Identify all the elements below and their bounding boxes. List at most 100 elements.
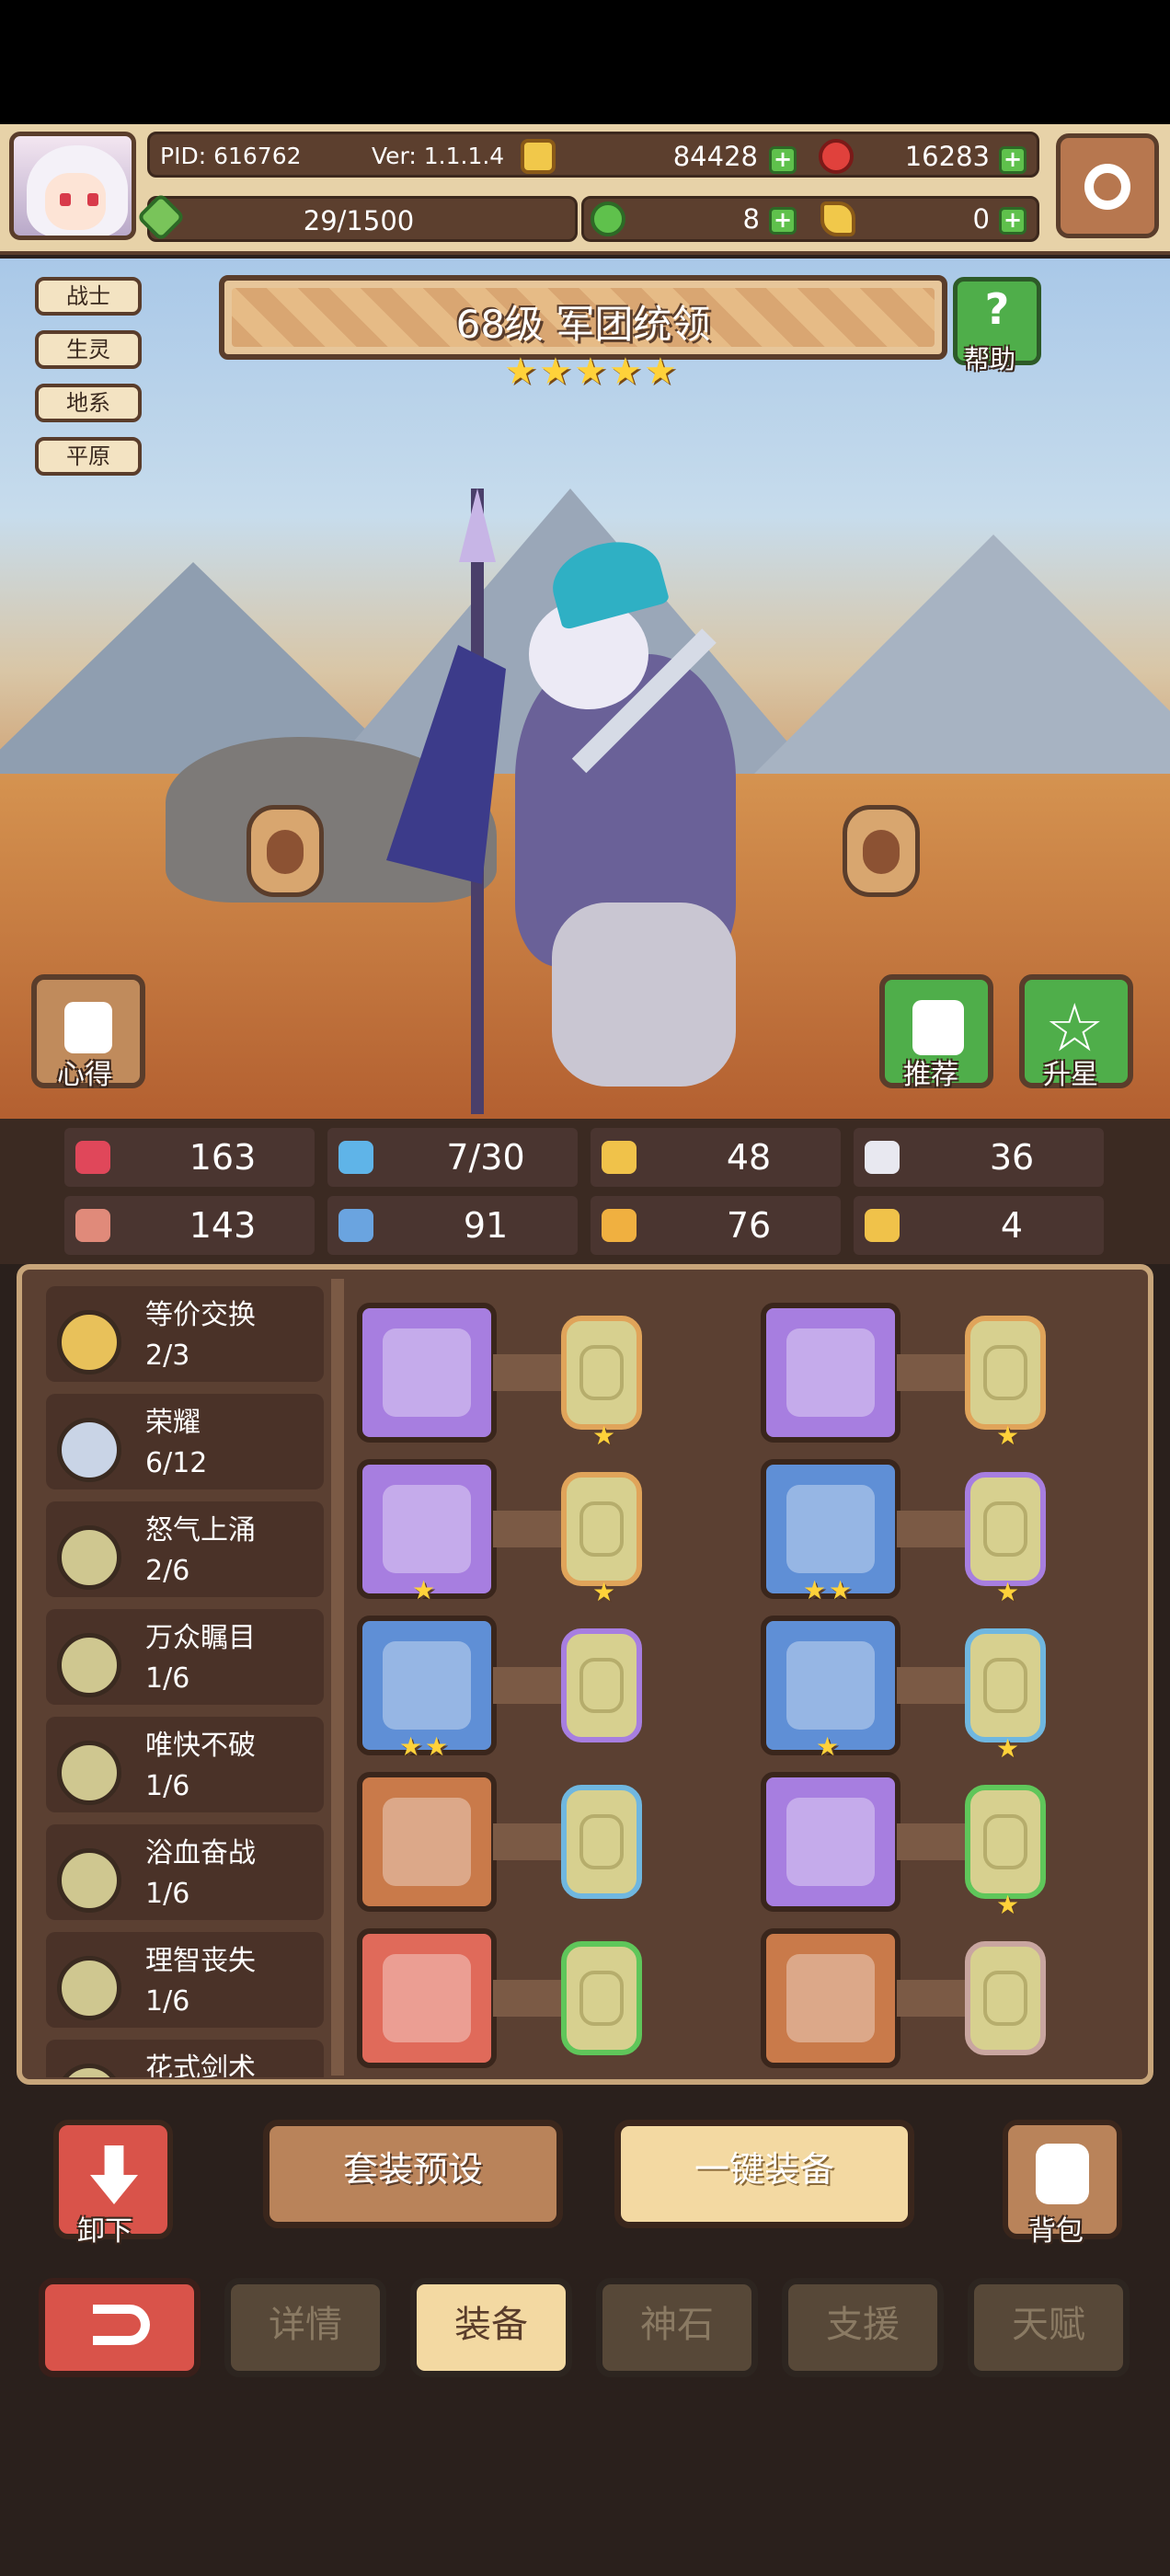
tab-talent[interactable]: 天赋 xyxy=(968,2278,1130,2377)
player-avatar[interactable] xyxy=(9,132,136,240)
rune-slot[interactable] xyxy=(561,1628,642,1742)
rune-star-icon: ★ xyxy=(592,1420,616,1451)
add-clover-button[interactable]: + xyxy=(769,207,797,235)
rune-slot[interactable] xyxy=(561,1472,642,1586)
item-star-icon: ★ xyxy=(412,1575,436,1605)
help-label: 帮助 xyxy=(964,344,1016,374)
stat-luck: 4 xyxy=(854,1196,1104,1255)
unequip-label: 卸下 xyxy=(77,2215,132,2248)
red-gem-icon xyxy=(819,139,854,174)
tab-details[interactable]: 详情 xyxy=(224,2278,386,2377)
notes-book-icon xyxy=(64,1002,112,1053)
prev-hero-button[interactable] xyxy=(247,805,324,897)
rune-slot[interactable] xyxy=(965,1785,1046,1899)
set-name: 理智丧失 xyxy=(145,1945,256,1977)
preset-button[interactable]: 套装预设 xyxy=(263,2120,563,2228)
hero-stats: 163 7/30 48 36 143 91 76 4 xyxy=(0,1119,1170,1264)
set-bonus-item[interactable]: 怒气上涌 2/6 xyxy=(46,1501,324,1597)
bracer-icon xyxy=(786,1641,875,1730)
question-icon: ? xyxy=(984,284,1010,334)
rune-slot[interactable] xyxy=(561,1785,642,1899)
gold-coin-icon xyxy=(521,139,556,174)
equipment-slot[interactable] xyxy=(357,1772,497,1912)
set-emblem-icon xyxy=(57,1418,121,1482)
equipment-slot[interactable] xyxy=(761,1303,900,1443)
back-button[interactable] xyxy=(39,2278,201,2377)
tag-race: 生灵 xyxy=(35,330,142,369)
rune-slot[interactable] xyxy=(965,1628,1046,1742)
gloves-icon xyxy=(786,1798,875,1886)
tag-terrain: 平原 xyxy=(35,437,142,476)
book-icon xyxy=(338,1209,373,1242)
hero-mount xyxy=(552,903,736,1087)
set-bonus-item[interactable]: 荣耀 6/12 xyxy=(46,1394,324,1489)
equipment-slot[interactable] xyxy=(357,1928,497,2068)
item-star-icon: ★ xyxy=(816,1731,840,1762)
set-emblem-icon xyxy=(57,2064,121,2077)
slot-connector xyxy=(897,1511,970,1547)
set-bonus-list[interactable]: 等价交换 2/3 荣耀 6/12 怒气上涌 2/6 万众瞩目 1/6 唯快不破 1/6 浴血奋战 1/… xyxy=(46,1286,331,2077)
tab-godstone[interactable]: 神石 xyxy=(596,2278,758,2377)
status-bar-area xyxy=(0,0,1170,124)
rune-star-icon: ★ xyxy=(592,1577,616,1607)
equipment-slot[interactable] xyxy=(357,1303,497,1443)
bag-label: 背包 xyxy=(1028,2215,1084,2248)
stat-magic: 91 xyxy=(327,1196,578,1255)
set-name: 等价交换 xyxy=(145,1299,256,1331)
set-emblem-icon xyxy=(57,1525,121,1590)
amulet-icon xyxy=(383,1485,471,1573)
key-icon xyxy=(820,201,855,236)
set-emblem-icon xyxy=(57,1956,121,2020)
star-icon: ★ xyxy=(609,351,642,393)
rune-emblem-icon xyxy=(579,1345,624,1400)
add-key-button[interactable]: + xyxy=(999,207,1027,235)
set-bonus-item[interactable]: 浴血奋战 1/6 xyxy=(46,1824,324,1920)
rune-slot[interactable] xyxy=(561,1941,642,2055)
necklace-icon xyxy=(383,1641,471,1730)
rune-star-icon: ★ xyxy=(996,1733,1020,1764)
set-bonus-item[interactable]: 唯快不破 1/6 xyxy=(46,1717,324,1812)
gear-icon xyxy=(1084,164,1130,210)
notes-label: 心得 xyxy=(57,1059,112,1091)
equipment-slot[interactable] xyxy=(761,1772,900,1912)
set-emblem-icon xyxy=(57,1310,121,1374)
next-hero-button[interactable] xyxy=(843,805,920,897)
settings-button[interactable] xyxy=(1056,133,1159,238)
left-arrow-icon xyxy=(267,830,304,874)
stat-mana: 7/30 xyxy=(327,1128,578,1187)
rune-slot[interactable] xyxy=(561,1316,642,1430)
set-bonus-item[interactable]: 理智丧失 1/6 xyxy=(46,1932,324,2028)
stat-speed: 36 xyxy=(854,1128,1104,1187)
pot-icon xyxy=(383,1954,471,2042)
slot-connector xyxy=(493,1823,567,1860)
right-arrow-icon xyxy=(863,830,900,874)
rune-slot[interactable] xyxy=(965,1941,1046,2055)
tab-equipment[interactable]: 装备 xyxy=(410,2278,572,2377)
slot-connector xyxy=(897,1980,970,2017)
set-bonus-item[interactable]: 等价交换 2/3 xyxy=(46,1286,324,1382)
set-bonus-item[interactable]: 花式剑术 xyxy=(46,2040,324,2077)
set-bonus-item[interactable]: 万众瞩目 1/6 xyxy=(46,1609,324,1705)
add-gem-button[interactable]: + xyxy=(999,146,1027,174)
helmet-icon xyxy=(786,1328,875,1417)
set-progress: 2/6 xyxy=(145,1555,190,1587)
star-icon: ★ xyxy=(574,351,607,393)
stat-attack: 143 xyxy=(64,1196,315,1255)
slot-connector xyxy=(897,1354,970,1391)
add-gold-button[interactable]: + xyxy=(769,146,797,174)
tab-support[interactable]: 支援 xyxy=(782,2278,944,2377)
slot-connector xyxy=(493,1354,567,1391)
auto-equip-button[interactable]: 一键装备 xyxy=(614,2120,914,2228)
clover-icon xyxy=(591,201,625,236)
set-name: 花式剑术 xyxy=(145,2053,256,2077)
backpack-icon xyxy=(1036,2144,1089,2204)
equipment-slot[interactable] xyxy=(761,1928,900,2068)
key-amount: 0 xyxy=(972,203,990,235)
gold-amount: 84428 xyxy=(672,141,758,172)
rune-slot[interactable] xyxy=(965,1316,1046,1430)
set-progress: 1/6 xyxy=(145,1985,190,2018)
star-icon: ★ xyxy=(539,351,572,393)
stat-health: 163 xyxy=(64,1128,315,1187)
rune-slot[interactable] xyxy=(965,1472,1046,1586)
rune-emblem-icon xyxy=(983,1345,1027,1400)
